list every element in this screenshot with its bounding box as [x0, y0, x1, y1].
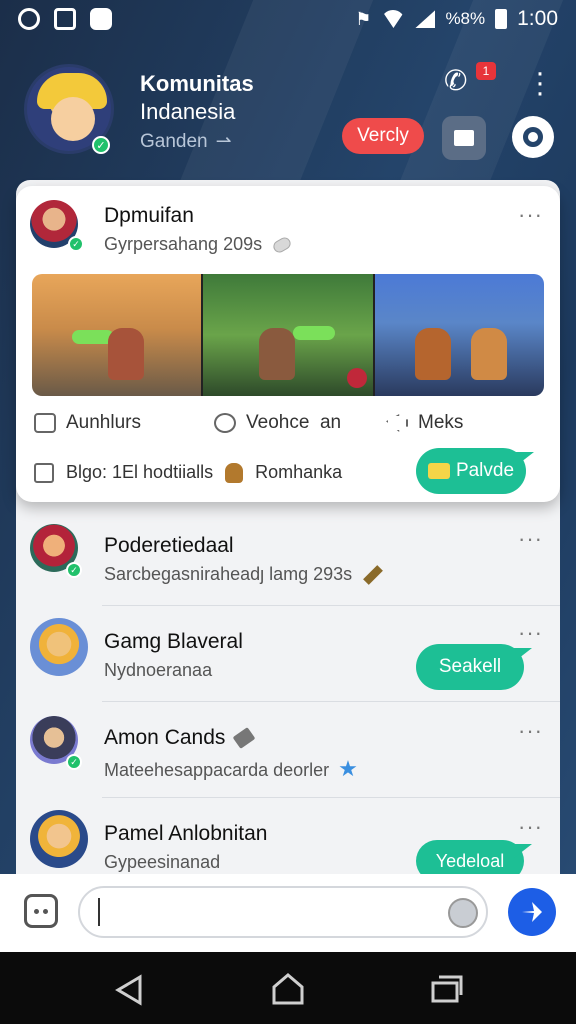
seakell-button[interactable]: Seakell	[416, 644, 524, 690]
message-input[interactable]	[78, 886, 488, 938]
comments-action[interactable]: Aunhlurs	[34, 412, 141, 434]
message-icon	[34, 462, 54, 483]
more-vertical-icon[interactable]: · · ·	[530, 58, 550, 108]
gallery-image[interactable]	[32, 274, 202, 396]
action-label: Veohce an	[246, 412, 342, 433]
post-meta-user: Romhanka	[255, 462, 343, 482]
compose-bar	[0, 874, 576, 952]
hexagon-app-icon	[90, 8, 112, 30]
list-item[interactable]: Gamg Blaveral Nydnoeranaa ··· Seakell	[16, 606, 560, 702]
share-icon	[386, 414, 408, 432]
accessibility-icon: ⚑	[355, 8, 372, 29]
store-icon[interactable]	[442, 116, 486, 160]
more-options-icon[interactable]: ···	[518, 718, 543, 744]
emoji-icon[interactable]	[448, 898, 478, 928]
app-screen: ⚑ %8% 1:00 ✓ Komunitas Indanesia Ganden ⇀…	[0, 0, 576, 1024]
call-badge: 1	[476, 62, 496, 80]
star-icon: ★	[338, 756, 358, 781]
group-title-line1: Komunitas	[140, 71, 254, 96]
palvde-label: Palvde	[455, 460, 515, 481]
more-options-icon[interactable]: ···	[518, 814, 543, 840]
palvde-button[interactable]: Palvde	[416, 448, 526, 494]
system-nav-bar	[0, 952, 576, 1024]
reply-action[interactable]: Veohce an	[214, 412, 341, 434]
more-options-icon[interactable]: ···	[518, 620, 543, 646]
clock-icon	[18, 8, 40, 30]
list-item[interactable]: ✓ Poderetiedaal Sarcbegasniraheadȷ lamg …	[16, 510, 560, 606]
home-icon[interactable]	[271, 972, 305, 1006]
group-title: Komunitas Indanesia	[140, 70, 254, 126]
pill-capsule-icon	[271, 235, 293, 255]
send-button[interactable]	[508, 888, 556, 936]
online-indicator-icon: ✓	[68, 236, 84, 252]
comment-box-icon	[34, 413, 56, 433]
check-badge-icon	[346, 368, 367, 388]
conversation-name: Amon Cands	[104, 726, 256, 750]
group-header: ✓ Komunitas Indanesia Ganden ⇀ ✆ 1 · · · Ve…	[0, 38, 576, 188]
phone-icon[interactable]: ✆	[444, 64, 480, 100]
gallery-image[interactable]	[372, 274, 544, 396]
status-bar: ⚑ %8% 1:00	[0, 0, 576, 38]
action-label: Aunhlurs	[66, 412, 141, 433]
signal-icon	[415, 10, 436, 28]
square-app-icon	[54, 8, 76, 30]
text-caret	[98, 898, 100, 926]
online-indicator-icon: ✓	[66, 754, 82, 770]
gift-icon	[427, 462, 450, 479]
back-icon[interactable]	[114, 974, 144, 1006]
more-options-icon[interactable]: ···	[518, 202, 543, 228]
settings-gear-icon[interactable]	[512, 116, 554, 158]
post-meta: Blgo: 1El hodtiialls Romhanka	[34, 462, 342, 483]
more-options-icon[interactable]: ···	[518, 526, 543, 552]
group-title-line2: Indanesia	[140, 99, 236, 124]
hammer-icon	[232, 727, 256, 750]
verify-button[interactable]: Vercly	[342, 118, 424, 154]
list-item[interactable]: ✓ Amon Cands Mateehesappacarda deorler ★…	[16, 702, 560, 798]
conversation-name-text: Amon Cands	[104, 726, 226, 749]
conversation-snippet: Sarcbegasniraheadȷ lamg 293s	[104, 564, 384, 586]
gallery-image[interactable]	[201, 274, 373, 396]
conversation-name: Pamel Anlobnitan	[104, 822, 268, 845]
group-subtitle: Ganden ⇀	[140, 130, 232, 153]
post-snippet-text: Gyrpersahang 209s	[104, 234, 263, 254]
battery-text: %8%	[445, 9, 486, 28]
post-author-name: Dpmuifan	[104, 204, 194, 227]
attachment-icon[interactable]	[24, 894, 58, 928]
conversation-snippet: Gypeesinanad	[104, 852, 221, 872]
post-actions: Aunhlurs Veohce an Meks	[34, 408, 534, 438]
arrow-icon: ⇀	[215, 131, 232, 152]
conversation-snippet-text: Mateehesappacarda deorler	[104, 760, 330, 780]
conversation-name: Gamg Blaveral	[104, 630, 243, 653]
online-indicator-icon: ✓	[66, 562, 82, 578]
conversation-snippet-text: Sarcbegasniraheadȷ lamg 293s	[104, 564, 353, 584]
pencil-icon	[363, 565, 384, 586]
post-image-gallery[interactable]	[32, 274, 544, 396]
battery-icon	[495, 9, 508, 29]
wifi-icon	[381, 10, 406, 28]
status-time: 1:00	[517, 7, 558, 30]
avatar	[30, 618, 88, 676]
action-label: Meks	[418, 412, 464, 433]
group-subtitle-text: Ganden	[140, 131, 208, 152]
online-indicator-icon: ✓	[92, 136, 110, 154]
chat-bubble-icon	[214, 413, 236, 433]
bag-icon	[225, 462, 244, 483]
featured-post-card[interactable]: ✓ Dpmuifan Gyrpersahang 209s ··· Aunhlur…	[16, 186, 560, 502]
recents-icon[interactable]	[430, 974, 464, 1004]
avatar	[30, 810, 88, 868]
post-meta-text: Blgo: 1El hodtiialls	[66, 462, 214, 482]
share-action[interactable]: Meks	[386, 412, 463, 434]
post-snippet: Gyrpersahang 209s	[104, 234, 293, 255]
conversation-name: Poderetiedaal	[104, 534, 234, 557]
conversation-snippet: Nydnoeranaa	[104, 660, 213, 680]
conversation-snippet: Mateehesappacarda deorler ★	[104, 756, 358, 782]
